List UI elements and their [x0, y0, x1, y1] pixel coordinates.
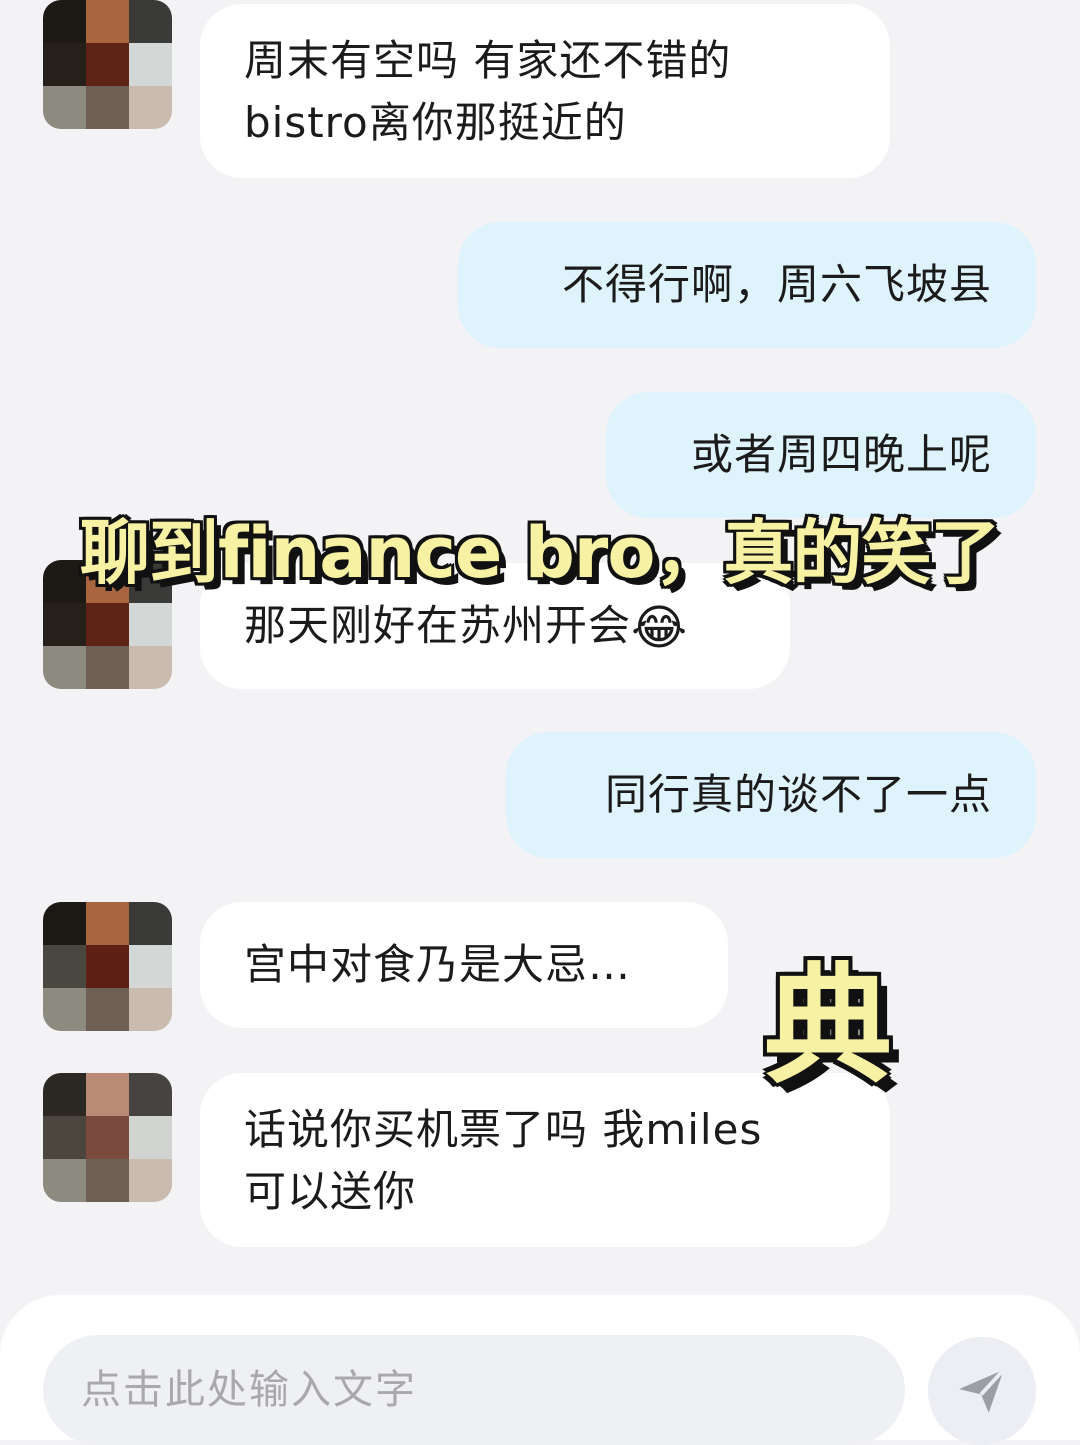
message-text: 同行真的谈不了一点: [604, 770, 992, 819]
avatar[interactable]: [43, 902, 172, 1031]
message-text-body: 那天刚好在苏州开会: [244, 601, 632, 650]
chat-area: 周末有空吗 有家还不错的 bistro离你那挺近的 不得行啊，周六飞坡县 或者周…: [0, 0, 1080, 1290]
send-icon: [959, 1368, 1006, 1413]
avatar[interactable]: [43, 0, 172, 129]
overlay-caption: 聊到finance bro，真的笑了: [80, 512, 1000, 594]
message-text: bistro离你那挺近的: [244, 98, 627, 147]
message-bubble-outgoing[interactable]: 同行真的谈不了一点: [506, 732, 1036, 858]
message-text: 宫中对食乃是大忌…: [244, 940, 632, 989]
avatar[interactable]: [43, 1073, 172, 1202]
message-bubble-incoming[interactable]: 周末有空吗 有家还不错的 bistro离你那挺近的: [200, 4, 890, 178]
message-text: 话说你买机票了吗 我miles: [244, 1105, 763, 1154]
input-bar: 点击此处输入文字: [0, 1295, 1080, 1445]
overlay-sticker: 典: [764, 952, 893, 1101]
message-bubble-outgoing[interactable]: 不得行啊，周六飞坡县: [458, 222, 1036, 348]
message-text: 不得行啊，周六飞坡县: [561, 260, 992, 309]
send-button[interactable]: [928, 1337, 1036, 1445]
message-text: 或者周四晚上呢: [690, 430, 992, 479]
message-text: 周末有空吗 有家还不错的: [244, 36, 732, 85]
message-text: 可以送你: [244, 1167, 417, 1216]
message-text: 那天刚好在苏州开会😂: [244, 595, 746, 659]
message-bubble-incoming[interactable]: 宫中对食乃是大忌…: [200, 902, 728, 1028]
message-input[interactable]: 点击此处输入文字: [43, 1335, 905, 1445]
laughing-emoji-icon: 😂: [631, 600, 689, 656]
